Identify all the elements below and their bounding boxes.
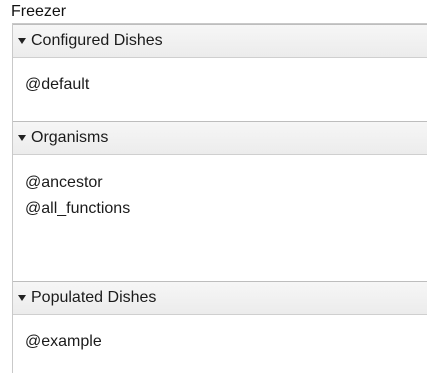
section-configured-dishes: Configured Dishes @default	[13, 24, 427, 121]
section-body-configured-dishes: @default	[13, 58, 427, 121]
section-populated-dishes: Populated Dishes @example	[13, 281, 427, 373]
caret-down-icon	[17, 36, 27, 46]
section-header-configured-dishes[interactable]: Configured Dishes	[13, 24, 427, 58]
list-item[interactable]: @default	[25, 72, 427, 98]
section-label: Organisms	[31, 129, 109, 146]
caret-down-icon	[17, 293, 27, 303]
section-body-populated-dishes: @example	[13, 315, 427, 373]
list-item[interactable]: @ancestor	[25, 170, 427, 196]
section-header-organisms[interactable]: Organisms	[13, 121, 427, 155]
list-item[interactable]: @all_functions	[25, 196, 427, 222]
freezer-panel: Freezer Configured Dishes @default Organ…	[0, 0, 427, 385]
list-item[interactable]: @example	[25, 329, 427, 355]
caret-down-icon	[17, 133, 27, 143]
section-header-populated-dishes[interactable]: Populated Dishes	[13, 281, 427, 315]
panel-title: Freezer	[11, 3, 67, 20]
section-body-organisms: @ancestor @all_functions	[13, 155, 427, 266]
section-organisms: Organisms @ancestor @all_functions	[13, 121, 427, 266]
section-label: Populated Dishes	[31, 289, 157, 306]
section-label: Configured Dishes	[31, 32, 163, 49]
